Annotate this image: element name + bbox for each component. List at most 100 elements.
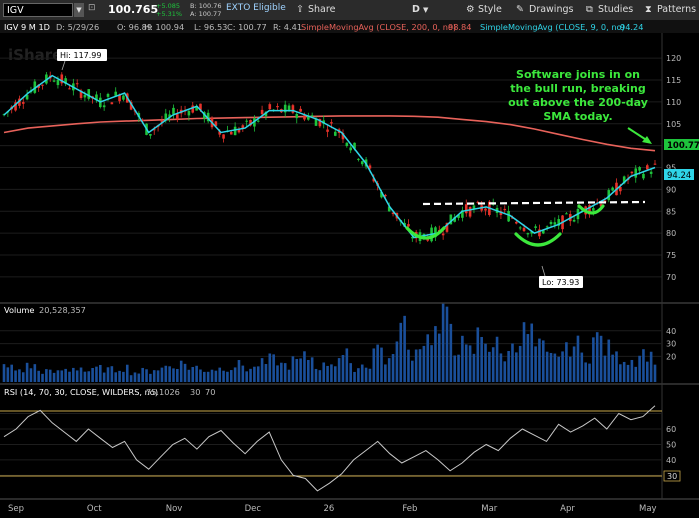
volume-bar — [287, 369, 291, 382]
rsi-label: RSI (14, 70, 30, CLOSE, WILDERS, no) — [4, 387, 158, 397]
volume-bar — [52, 372, 56, 382]
candle-body — [653, 163, 657, 165]
volume-bar — [538, 338, 541, 382]
volume-bar — [29, 368, 33, 382]
aggregation-dropdown-icon[interactable]: ▼ — [423, 3, 428, 17]
volume-bar — [322, 362, 326, 382]
volume-label: Volume — [4, 305, 34, 315]
patterns-button[interactable]: Patterns — [657, 3, 696, 17]
candle-body — [303, 115, 306, 120]
lo-label: Lo: 73.93 — [542, 278, 579, 287]
share-icon[interactable]: ⇪ — [296, 3, 304, 17]
volume-bar — [191, 367, 195, 382]
x-tick-label: Sep — [8, 504, 24, 514]
volume-bar — [599, 335, 603, 382]
candle-body — [176, 114, 179, 120]
volume-bar — [480, 336, 483, 382]
volume-bar — [2, 364, 6, 382]
volume-bar — [437, 333, 441, 382]
pencil-icon[interactable]: ✎ — [516, 3, 524, 17]
volume-bar — [549, 352, 553, 382]
volume-bar — [164, 365, 168, 382]
volume-bar — [653, 364, 657, 382]
candle-body — [326, 129, 329, 132]
volume-bar — [457, 354, 460, 382]
candle-body — [349, 147, 352, 151]
volume-bar — [472, 353, 476, 382]
symbol-input[interactable]: IGV — [3, 3, 73, 17]
sma200-label: SimpleMovingAvg (CLOSE, 200, 0, no) — [301, 22, 456, 32]
volume-bar — [48, 369, 52, 382]
candle-body — [149, 134, 152, 136]
bid-price: B: 100.76 — [190, 2, 222, 10]
gear-icon[interactable]: ⚙ — [466, 3, 475, 17]
volume-bar — [37, 370, 40, 382]
exto-eligible-link[interactable]: EXTO Eligible — [226, 3, 286, 13]
volume-bar — [649, 351, 653, 382]
volume-bar — [434, 326, 437, 382]
volume-bar — [611, 354, 614, 382]
patterns-icon[interactable]: ⧗ — [645, 3, 652, 17]
drawings-button[interactable]: Drawings — [529, 3, 573, 17]
volume-bar — [565, 342, 568, 382]
x-tick-label: Mar — [481, 504, 498, 514]
aggregation-button[interactable]: D — [412, 3, 420, 17]
volume-bar — [626, 364, 630, 382]
volume-bar — [299, 358, 302, 382]
candle-body — [268, 104, 272, 110]
candle-body — [526, 233, 530, 235]
volume-bar — [137, 373, 141, 382]
volume-bar — [545, 351, 549, 382]
svg-text:the bull run, breaking: the bull run, breaking — [510, 82, 646, 95]
volume-bar — [399, 322, 403, 382]
volume-bar — [187, 369, 191, 382]
volume-bar — [260, 358, 264, 382]
studies-button[interactable]: Studies — [598, 3, 633, 17]
volume-bar — [241, 365, 245, 382]
range-readout: R: 4.41 — [273, 22, 302, 32]
volume-bar — [237, 360, 241, 382]
volume-bar — [619, 364, 622, 382]
volume-bar — [638, 355, 641, 382]
volume-bar — [95, 366, 98, 382]
volume-bar — [530, 323, 534, 382]
share-button[interactable]: Share — [308, 3, 335, 17]
price-badge: 100.77 — [667, 141, 699, 151]
volume-bar — [283, 363, 287, 382]
rsi-30-badge: 30 — [667, 472, 677, 481]
volume-bar — [518, 345, 522, 382]
volume-bar — [541, 340, 545, 382]
volume-bar — [56, 370, 60, 382]
volume-bar — [341, 355, 345, 382]
volume-bar — [214, 370, 218, 382]
sma200-value: 98.84 — [448, 22, 471, 32]
candle-body — [233, 126, 237, 136]
style-button[interactable]: Style — [478, 3, 502, 17]
volume-bar — [568, 356, 572, 382]
candle-body — [545, 226, 549, 228]
svg-text:Software joins in on: Software joins in on — [516, 68, 640, 81]
volume-bar — [345, 348, 349, 382]
rsi-overbought-label: 70 — [205, 387, 215, 397]
volume-bar — [276, 365, 279, 382]
volume-bar — [403, 315, 406, 382]
volume-bar — [634, 366, 638, 382]
volume-bar — [553, 353, 557, 382]
volume-bar — [430, 345, 433, 382]
volume-bar — [522, 322, 526, 382]
candle-body — [468, 206, 472, 217]
studies-icon[interactable]: ⧉ — [586, 3, 593, 17]
chart-area[interactable]: IGV 9 M 1D D: 5/29/26 O: 96.89 H: 100.94… — [0, 20, 699, 518]
svg-text:out above the 200-day: out above the 200-day — [508, 96, 648, 109]
volume-bar — [222, 370, 225, 382]
candle-body — [229, 131, 233, 135]
volume-bar — [160, 367, 164, 382]
volume-bar — [152, 370, 156, 382]
volume-bar — [330, 364, 333, 382]
ask-price: A: 100.77 — [190, 10, 222, 18]
volume-bar — [337, 358, 341, 382]
candle-body — [114, 91, 118, 96]
x-tick-label: 26 — [324, 504, 335, 514]
symbol-dropdown-icon[interactable]: ▼ — [74, 3, 84, 17]
lock-icon[interactable]: ⊡ — [88, 3, 96, 13]
